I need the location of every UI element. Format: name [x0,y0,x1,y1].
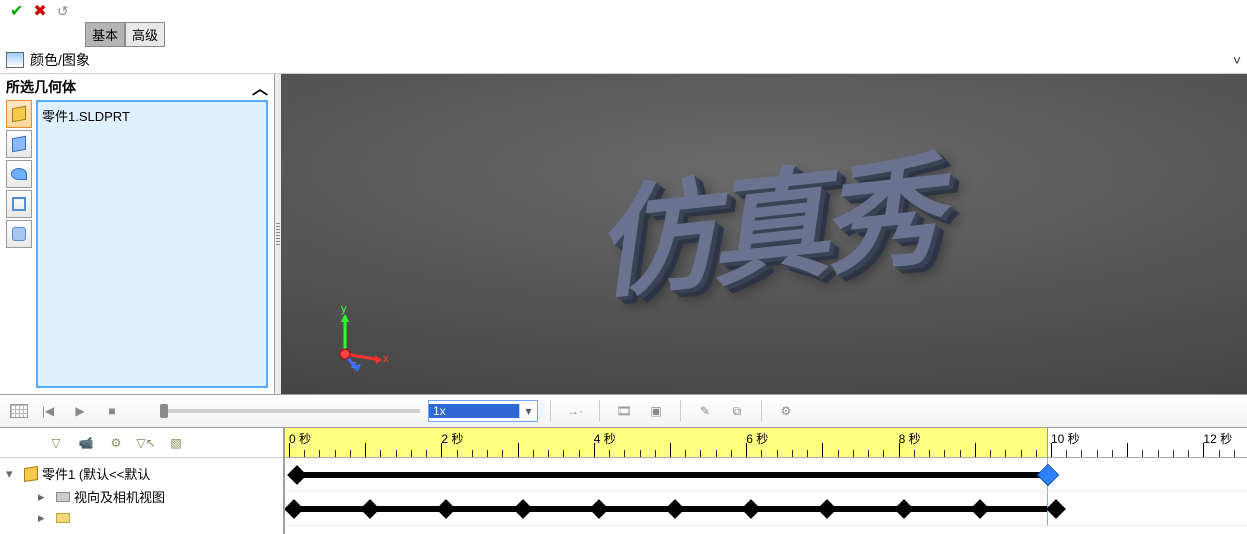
ruler-label: 6 秒 [746,430,768,447]
timeline-grid-icon[interactable] [10,404,28,418]
timeline-filter-bar: ▽ 📹 ⚙ ▽↖ ▧ [0,428,283,458]
tab-basic[interactable]: 基本 [85,22,125,47]
svg-text:x: x [383,353,389,365]
chevron-up-icon[interactable]: ︿ [252,75,268,99]
slider-thumb[interactable] [160,404,168,418]
filter-surface-body[interactable] [6,130,32,158]
ruler-label: 0 秒 [289,430,311,447]
axis-triad: x y z [321,304,391,374]
ruler-label: 10 秒 [1051,430,1080,447]
selected-geom-label: 所选几何体 [6,77,76,97]
filter-wireframe[interactable] [6,190,32,218]
play-button[interactable]: ▶ [68,399,92,423]
dropdown-arrow-icon[interactable]: ▾ [519,404,537,418]
accept-icon[interactable]: ✔ [10,1,23,21]
timeline: ▽ 📹 ⚙ ▽↖ ▧ ▾ 零件1 (默认<<默认 ▸ 视向及相机视图 ▸ [0,428,1247,534]
filter-camera-icon[interactable]: 📹 [74,431,98,455]
reject-icon[interactable]: ✖ [33,1,46,21]
tree-node-part[interactable]: ▾ 零件1 (默认<<默认 [6,462,277,485]
track-row[interactable] [285,492,1247,526]
timeline-tree: ▾ 零件1 (默认<<默认 ▸ 视向及相机视图 ▸ [0,458,283,532]
mode-tabs: 基本 高级 [0,22,1247,46]
ruler-label: 12 秒 [1203,430,1232,447]
stop-button[interactable]: ■ [100,399,124,423]
filter-chart-icon[interactable]: ▧ [164,431,188,455]
playback-slider[interactable] [160,409,420,413]
svg-text:y: y [341,304,347,315]
loop-arrow-icon[interactable]: →· [563,399,587,423]
tab-advanced[interactable]: 高级 [125,22,165,47]
accept-row: ✔ ✖ ↺ [0,0,1247,22]
list-item[interactable]: 零件1.SLDPRT [42,106,262,125]
tree-node-folder[interactable]: ▸ [6,508,277,528]
section-color-image[interactable]: 颜色/图象 ˅ [0,46,1247,74]
speed-value: 1x [429,404,519,418]
tree-node-camera[interactable]: ▸ 视向及相机视图 [6,485,277,508]
3d-viewport[interactable]: 仿真秀 x y z [281,74,1247,394]
filter-cursor-icon[interactable]: ▽↖ [134,431,158,455]
ruler-label: 4 秒 [594,430,616,447]
filter-gear-icon[interactable]: ⚙ [104,431,128,455]
timeline-ruler[interactable]: 0 秒 2 秒 4 秒 6 秒 8 秒 10 秒 12 秒 [285,428,1247,458]
tree-node-label: 视向及相机视图 [74,487,165,506]
filter-funnel-icon[interactable]: ▽ [44,431,68,455]
timeline-tracks[interactable] [285,458,1247,526]
ruler-label: 8 秒 [899,430,921,447]
camera-icon [56,492,70,502]
part-icon [24,466,38,482]
geometry-filter-column [6,100,34,388]
chevron-down-icon[interactable]: ˅ [1233,52,1241,68]
expand-icon[interactable]: ▾ [6,466,20,482]
section-label: 颜色/图象 [30,50,90,70]
3d-model-text: 仿真秀 [585,114,943,323]
image-icon [6,52,24,68]
timeline-tracks-panel: 0 秒 2 秒 4 秒 6 秒 8 秒 10 秒 12 秒 [285,428,1247,534]
filter-face[interactable] [6,160,32,188]
section-selected-geometry[interactable]: 所选几何体 ︿ [0,74,274,100]
side-panel: 所选几何体 ︿ 零件1.SLDPRT [0,74,275,394]
keyframe-tool-icon[interactable]: ✎ [693,399,717,423]
svg-text:z: z [351,359,357,371]
expand-icon[interactable]: ▸ [38,489,52,505]
ruler-label: 2 秒 [441,430,463,447]
expand-icon[interactable]: ▸ [38,510,52,526]
track-row[interactable] [285,458,1247,492]
playback-toolbar: |◀ ▶ ■ 1x ▾ →· 🎞 ▣ ✎ ⧉ ⚙ [0,394,1247,428]
speed-select[interactable]: 1x ▾ [428,400,538,422]
settings-panel-icon[interactable]: ▣ [644,399,668,423]
filter-reference[interactable] [6,220,32,248]
first-frame-button[interactable]: |◀ [36,399,60,423]
filter-solid-body[interactable] [6,100,32,128]
gear-icon[interactable]: ⚙ [774,399,798,423]
timeline-tree-panel: ▽ 📹 ⚙ ▽↖ ▧ ▾ 零件1 (默认<<默认 ▸ 视向及相机视图 ▸ [0,428,285,534]
selected-geometry-list[interactable]: 零件1.SLDPRT [36,100,268,388]
folder-icon [56,513,70,523]
save-animation-icon[interactable]: 🎞 [612,399,636,423]
redo-icon[interactable]: ↺ [57,3,69,20]
tree-node-label: 零件1 (默认<<默认 [42,464,150,483]
keyframe-copy-icon[interactable]: ⧉ [725,399,749,423]
